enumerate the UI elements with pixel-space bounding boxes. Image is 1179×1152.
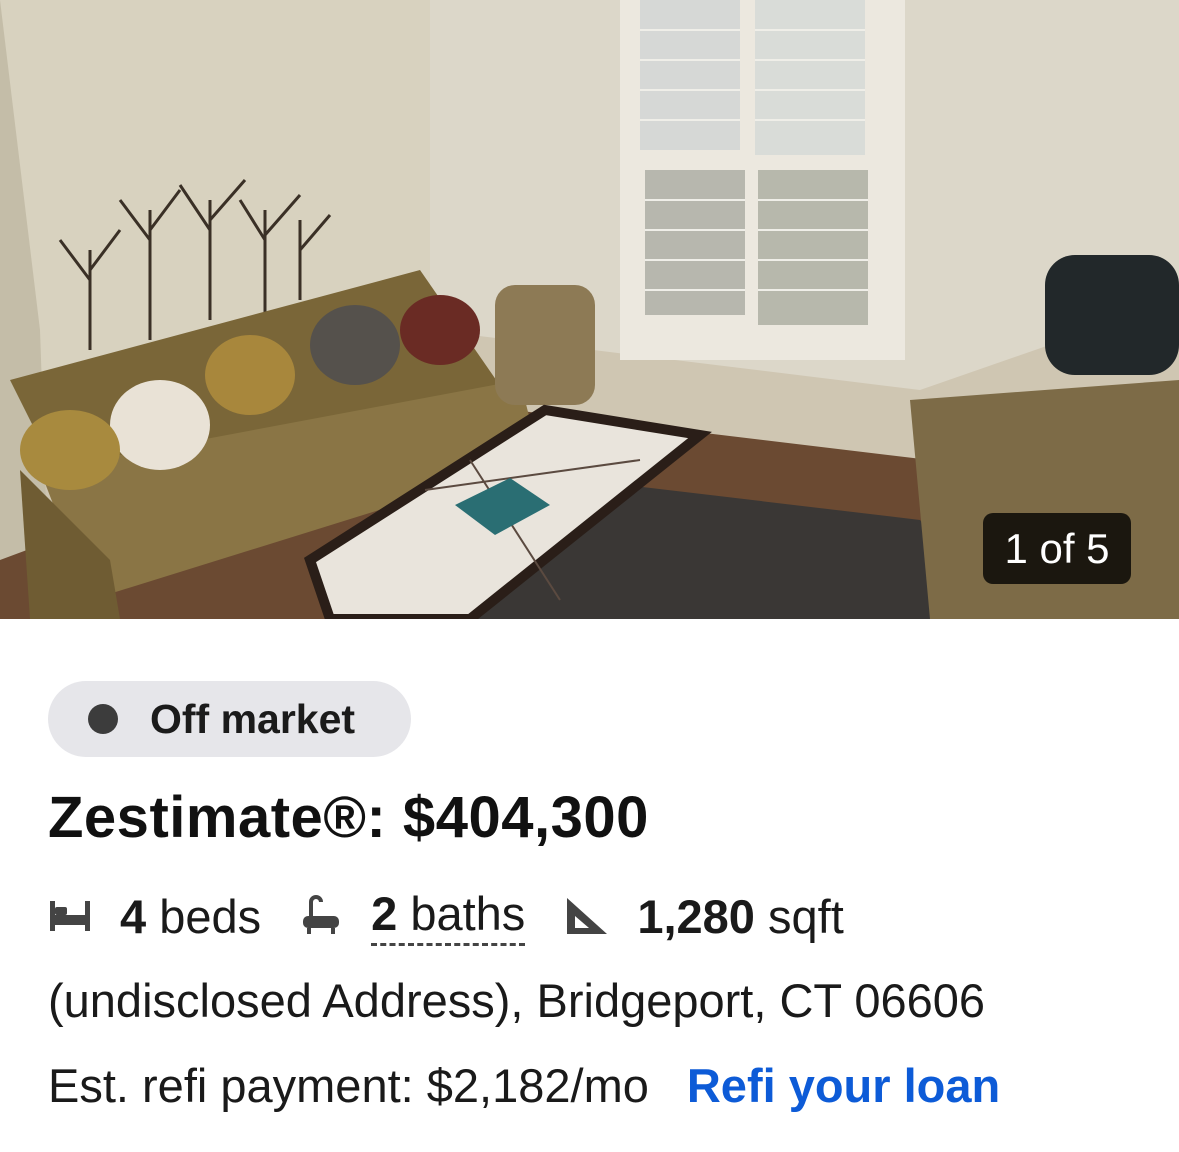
photo-counter: 1 of 5 xyxy=(983,513,1131,584)
listing-photo[interactable]: 1 of 5 xyxy=(0,0,1179,619)
status-label: Off market xyxy=(150,695,356,742)
beds-label: beds xyxy=(159,889,262,943)
sqft-value: 1,280 xyxy=(637,889,755,943)
property-address: (undisclosed Address), Bridgeport, CT 06… xyxy=(48,974,986,1027)
refi-loan-link[interactable]: Refi your loan xyxy=(687,1058,1000,1113)
baths-value: 2 xyxy=(371,887,398,940)
refi-row: Est. refi payment: $2,182/mo Refi your l… xyxy=(48,1058,1000,1113)
status-badge: Off market xyxy=(48,681,411,757)
baths-label: baths xyxy=(410,887,526,940)
zestimate-price: Zestimate®: $404,300 xyxy=(48,785,649,850)
property-facts: 4 beds 2 baths 1,280 sqft xyxy=(48,886,844,946)
status-dot-icon xyxy=(88,704,118,734)
beds-fact: 4 beds xyxy=(120,889,261,944)
refi-payment: Est. refi payment: $2,182/mo xyxy=(48,1059,649,1112)
sqft-fact: 1,280 sqft xyxy=(637,889,843,944)
ruler-triangle-icon xyxy=(565,896,609,936)
sqft-label: sqft xyxy=(768,889,844,943)
bathtub-icon xyxy=(301,894,341,938)
beds-value: 4 xyxy=(120,889,147,943)
baths-link[interactable]: 2 baths xyxy=(371,886,526,946)
bed-icon xyxy=(48,899,92,933)
